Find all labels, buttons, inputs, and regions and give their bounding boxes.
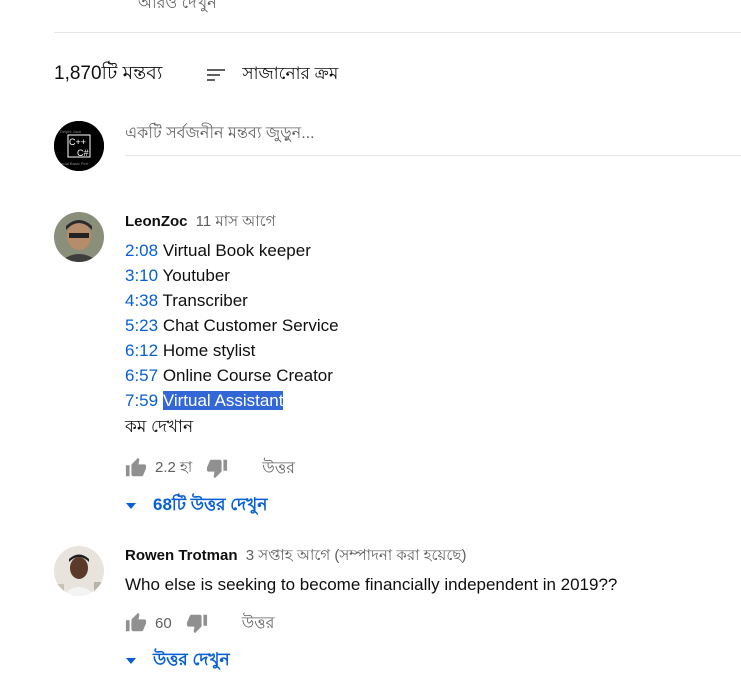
comment-time[interactable]: 11 মাস আগে [196,213,276,230]
author-name[interactable]: Rowen Trotman [125,547,238,564]
comment-actions: 2.2 হা উত্তর [125,456,725,480]
caret-down-icon [126,658,136,664]
like-count: 60 [155,614,172,632]
timestamp-label: Transcriber [162,291,248,310]
comments-header: 1,870টি মন্তব্য সাজানোর ক্রম [54,60,338,90]
svg-text:Visual Basic Perl: Visual Basic Perl [58,161,88,166]
like-count: 2.2 হা [155,458,193,476]
thumbs-up-icon[interactable] [125,612,147,634]
comment-text: Who else is seeking to become financiall… [125,575,618,594]
user-photo-icon [54,546,104,596]
section-divider [54,32,741,33]
author-avatar[interactable] [54,546,104,596]
comment-count: 1,870টি মন্তব্য [54,63,163,84]
svg-text:Delphi Java: Delphi Java [60,129,82,134]
comment-actions: 60 উত্তর [125,611,725,635]
author-name[interactable]: LeonZoc [125,213,188,230]
timestamp-link[interactable]: 6:12 [125,341,158,360]
timestamp-link[interactable]: 7:59 [125,391,158,410]
thumbs-down-icon[interactable] [206,457,228,479]
selected-text: Virtual Assistant [162,391,284,410]
caret-down-icon [126,503,136,509]
timestamp-link[interactable]: 3:10 [125,266,158,285]
view-replies-label: উত্তর দেখুন [153,650,230,669]
sort-button[interactable]: সাজানোর ক্রম [204,61,338,89]
show-less-button[interactable]: কম দেখান [125,414,725,442]
view-replies-button[interactable]: উত্তর দেখুন [125,647,725,675]
svg-text:C#: C# [77,148,89,158]
view-replies-button[interactable]: 68টি উত্তর দেখুন [125,492,725,520]
timestamp-label: Home stylist [162,341,256,360]
svg-text:C++: C++ [69,137,86,147]
show-more-link[interactable]: আরও দেখুন [138,0,217,17]
code-logo-icon: C++ C# Delphi Java Visual Basic Perl [54,121,104,171]
timestamp-link[interactable]: 2:08 [125,241,158,260]
timestamp-link[interactable]: 5:23 [125,316,158,335]
thumbs-down-icon[interactable] [186,612,208,634]
timestamp-link[interactable]: 6:57 [125,366,158,385]
timestamp-label: Online Course Creator [162,366,333,385]
comment-body: LeonZoc 11 মাস আগে 2:08 Virtual Book kee… [125,212,725,520]
add-comment-input[interactable]: একটি সর্বজনীন মন্তব্য জুড়ুন... [125,121,741,156]
reply-button[interactable]: উত্তর [262,455,295,482]
comment-time[interactable]: 3 সপ্তাহ আগে (সম্পাদনা করা হয়েছে) [246,547,467,564]
reply-button[interactable]: উত্তর [242,610,275,637]
author-avatar[interactable] [54,212,104,262]
timestamp-link[interactable]: 4:38 [125,291,158,310]
thumbs-up-icon[interactable] [125,457,147,479]
sort-label: সাজানোর ক্রম [242,64,339,83]
timestamp-label: Chat Customer Service [162,316,339,335]
timestamp-label: Youtuber [162,266,230,285]
view-replies-label: 68টি উত্তর দেখুন [153,495,268,514]
timestamp-label: Virtual Book keeper [162,241,311,260]
comment-text: 2:08 Virtual Book keeper 3:10 Youtuber 4… [125,238,725,413]
add-comment-box: C++ C# Delphi Java Visual Basic Perl একট… [54,121,741,173]
comment-body: Rowen Trotman 3 সপ্তাহ আগে (সম্পাদনা করা… [125,546,725,675]
sort-icon [207,69,226,81]
current-user-avatar[interactable]: C++ C# Delphi Java Visual Basic Perl [54,121,104,171]
user-photo-icon [54,212,104,262]
